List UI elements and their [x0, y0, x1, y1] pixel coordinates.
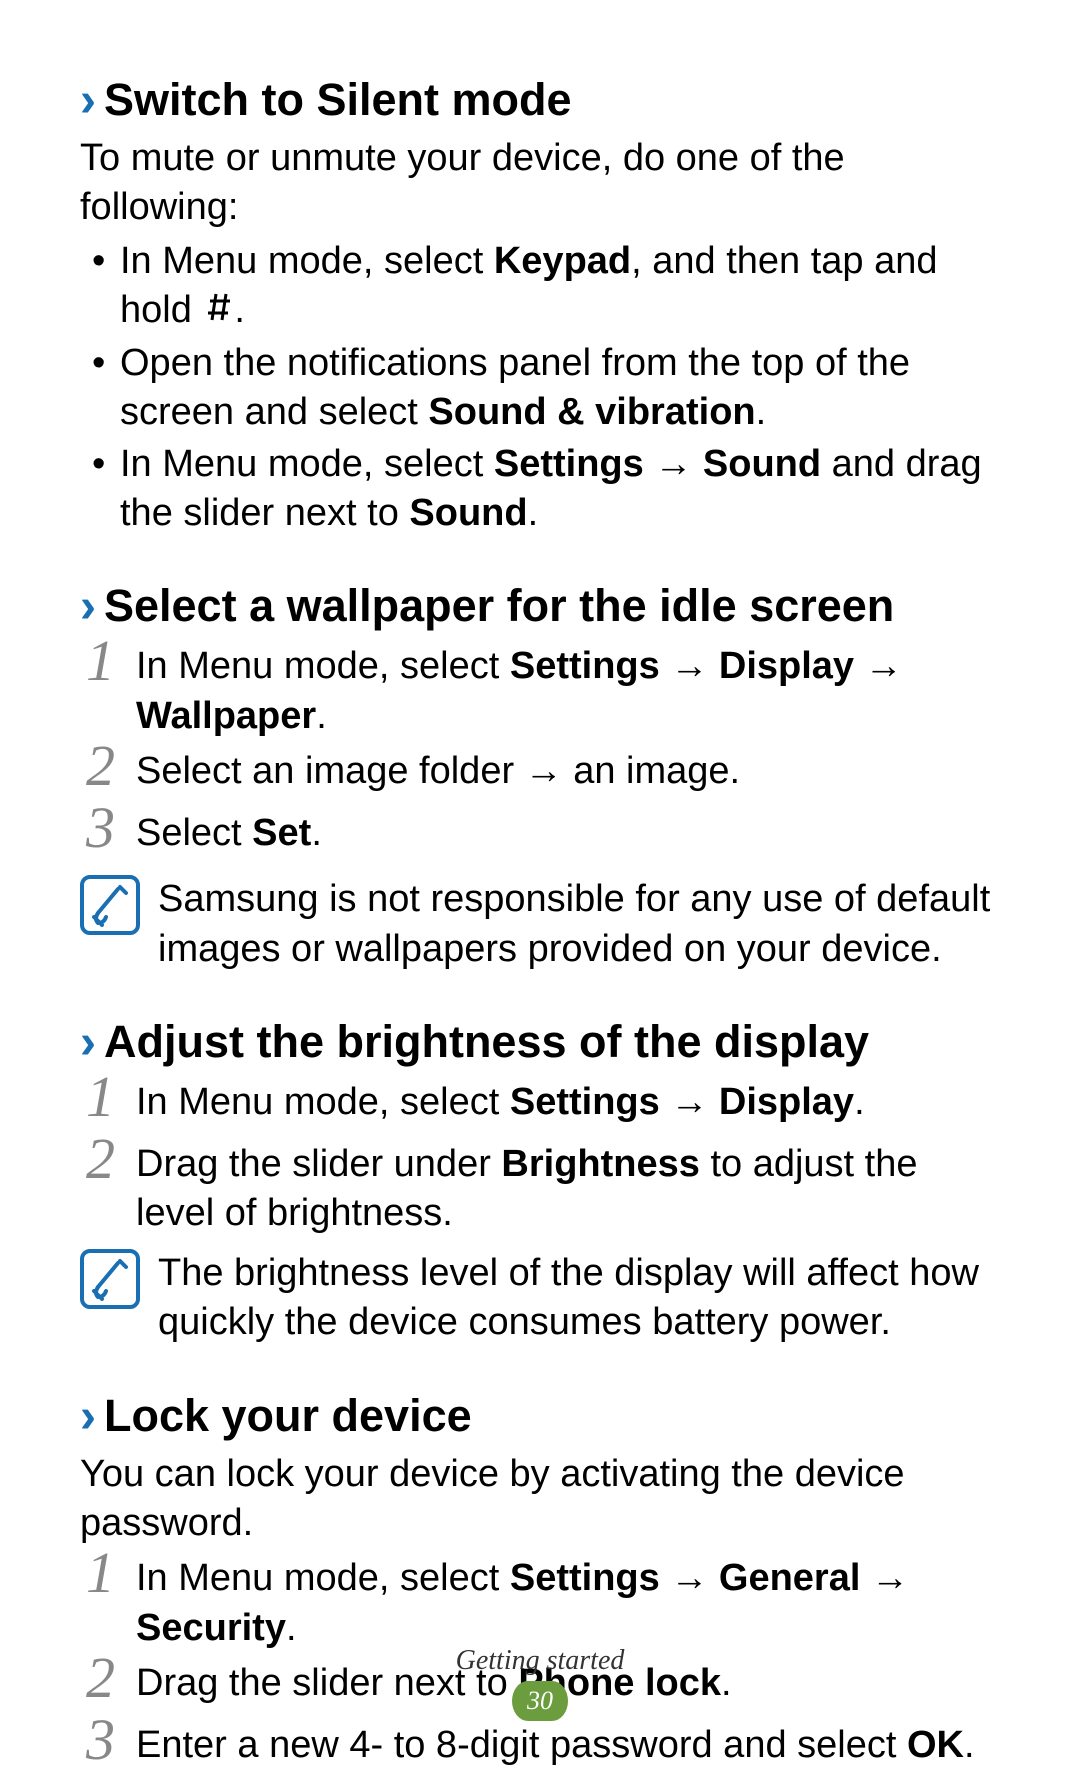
step-number: 2 — [86, 737, 115, 795]
bold: Settings — [494, 443, 644, 485]
steps-brightness: 1 In Menu mode, select Settings → Displa… — [80, 1078, 1000, 1239]
intro-lock: You can lock your device by activating t… — [80, 1450, 1000, 1549]
heading-lock: › Lock your device — [80, 1386, 1000, 1446]
text: Enter a new 4- to 8-digit password and s… — [136, 1724, 907, 1766]
text: . — [756, 391, 767, 433]
note-brightness: The brightness level of the display will… — [80, 1249, 1000, 1348]
bold: Display — [719, 645, 854, 687]
step-number: 3 — [86, 799, 115, 857]
bold: General — [719, 1557, 861, 1599]
step-number: 2 — [86, 1130, 115, 1188]
text: . — [286, 1607, 297, 1649]
bold: Settings — [510, 645, 660, 687]
text: In Menu mode, select — [120, 240, 494, 282]
bullet-list-silent: In Menu mode, select Keypad, and then ta… — [80, 237, 1000, 539]
bold: Wallpaper — [136, 695, 316, 737]
step-item: 1 In Menu mode, select Settings → Displa… — [80, 642, 1000, 741]
bullet-item: Open the notifications panel from the to… — [80, 339, 1000, 438]
note-text: Samsung is not responsible for any use o… — [158, 875, 1000, 974]
step-item: 1 In Menu mode, select Settings → Genera… — [80, 1554, 1000, 1653]
page-number: 30 — [527, 1686, 553, 1716]
text: In Menu mode, select — [136, 645, 510, 687]
step-item: 3 Enter a new 4- to 8-digit password and… — [80, 1721, 1000, 1777]
step-number: 1 — [86, 632, 115, 690]
note-wallpaper: Samsung is not responsible for any use o… — [80, 875, 1000, 974]
heading-text: Adjust the brightness of the display — [104, 1014, 869, 1070]
bold: OK — [907, 1724, 964, 1766]
arrow: → — [860, 1557, 909, 1599]
step-item: 2 Drag the slider under Brightness to ad… — [80, 1140, 1000, 1239]
text: . — [528, 492, 539, 534]
text: . — [964, 1724, 975, 1766]
text: . — [854, 1081, 865, 1123]
step-item: 2 Select an image folder → an image. — [80, 747, 1000, 803]
heading-text: Switch to Silent mode — [104, 72, 572, 128]
section-wallpaper: › Select a wallpaper for the idle screen… — [80, 576, 1000, 974]
intro-silent: To mute or unmute your device, do one of… — [80, 134, 1000, 233]
arrow: → — [644, 443, 703, 485]
page-number-badge: 30 — [512, 1681, 568, 1721]
text: In Menu mode, select — [136, 1557, 510, 1599]
text: Drag the slider under — [136, 1143, 501, 1185]
bold: Set — [252, 812, 311, 854]
heading-brightness: › Adjust the brightness of the display — [80, 1012, 1000, 1072]
text: . — [311, 812, 322, 854]
note-icon — [80, 875, 140, 935]
heading-text: Select a wallpaper for the idle screen — [104, 578, 894, 634]
text: Select — [136, 812, 252, 854]
heading-text: Lock your device — [104, 1388, 472, 1444]
section-brightness: › Adjust the brightness of the display 1… — [80, 1012, 1000, 1348]
bold: Settings — [510, 1081, 660, 1123]
bold: Settings — [510, 1557, 660, 1599]
text: Select an image folder → an image. — [136, 750, 740, 792]
step-item: 3 Select Set. — [80, 809, 1000, 865]
bold: Sound — [409, 492, 527, 534]
bold: Sound & vibration — [428, 391, 755, 433]
footer-label: Getting started — [0, 1645, 1080, 1677]
heading-wallpaper: › Select a wallpaper for the idle screen — [80, 576, 1000, 636]
arrow: → — [660, 1557, 719, 1599]
step-item: 1 In Menu mode, select Settings → Displa… — [80, 1078, 1000, 1134]
text: In Menu mode, select — [136, 1081, 510, 1123]
text: . — [316, 695, 327, 737]
section-silent: › Switch to Silent mode To mute or unmut… — [80, 70, 1000, 538]
bullet-item: In Menu mode, select Keypad, and then ta… — [80, 237, 1000, 337]
note-icon — [80, 1249, 140, 1309]
note-text: The brightness level of the display will… — [158, 1249, 1000, 1348]
text: . — [234, 289, 245, 331]
bold: Sound — [703, 443, 821, 485]
bullet-item: In Menu mode, select Settings → Sound an… — [80, 440, 1000, 539]
step-number: 1 — [86, 1544, 115, 1602]
arrow: → — [660, 1081, 719, 1123]
bold: Security — [136, 1607, 286, 1649]
arrow: → — [854, 645, 903, 687]
chevron-icon: › — [80, 1387, 96, 1447]
heading-silent: › Switch to Silent mode — [80, 70, 1000, 130]
arrow: → — [660, 645, 719, 687]
steps-wallpaper: 1 In Menu mode, select Settings → Displa… — [80, 642, 1000, 865]
step-number: 1 — [86, 1068, 115, 1126]
hash-icon — [202, 287, 234, 336]
bold: Keypad — [494, 240, 631, 282]
bold: Brightness — [501, 1143, 699, 1185]
bold: Display — [719, 1081, 854, 1123]
chevron-icon: › — [80, 71, 96, 131]
text: In Menu mode, select — [120, 443, 494, 485]
footer: Getting started 30 — [0, 1645, 1080, 1721]
